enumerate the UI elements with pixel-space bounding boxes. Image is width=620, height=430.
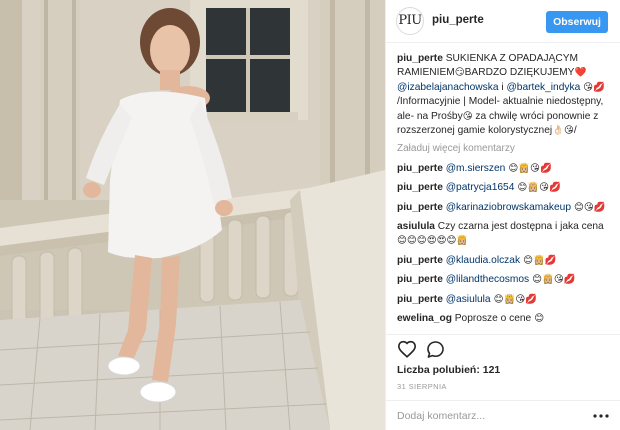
post-photo[interactable] — [0, 0, 385, 430]
likes-count[interactable]: Liczba polubień: 121 — [397, 364, 500, 376]
comment-username[interactable]: piu_perte — [397, 294, 443, 305]
comment-bubble-icon[interactable] — [426, 340, 445, 359]
caption-emoji: 😏 — [454, 67, 465, 79]
caption-text-part: / — [573, 125, 577, 137]
list-item: piu_perte @patrycja1654 😊👸🏼😘💋 — [397, 181, 612, 195]
comment-emoji: 😊👸🏼😘💋 — [505, 162, 552, 174]
post-caption: piu_perte SUKIENKA Z OPADAJĄCYM RAMIENIE… — [397, 52, 612, 138]
caption-emoji: ❤️ — [574, 67, 587, 79]
post-actions: Liczba polubień: 121 31 SIERPNIA Dodaj k… — [386, 334, 620, 430]
list-item: piu_perte @klaudia.olczak 😊👸🏼💋 — [397, 254, 612, 268]
comment-username[interactable]: piu_perte — [397, 255, 443, 266]
comment-mention[interactable]: @klaudia.olczak — [446, 255, 520, 266]
add-comment-bar: Dodaj komentarz... — [386, 400, 620, 430]
list-item: piu_perte @karinaziobrowskamakeup 😊😘💋 — [397, 201, 612, 215]
follow-button[interactable]: Obserwuj — [546, 11, 608, 33]
caption-emoji: 😘 — [462, 110, 473, 122]
caption-emoji: 👌🏻😘 — [552, 125, 574, 137]
list-item: piu_perte @m.sierszen 😊👸🏼😘💋 — [397, 162, 612, 176]
comment-bubble-icon-svg — [427, 341, 444, 358]
comment-emoji: 😊😘💋 — [571, 201, 606, 213]
load-more-comments-link[interactable]: Załaduj więcej komentarzy — [397, 142, 612, 156]
ellipsis-icon[interactable] — [592, 409, 610, 423]
avatar[interactable]: PIU — [396, 7, 424, 35]
post-header: PIU piu_perte Obserwuj — [386, 0, 620, 43]
post-photo-illustration — [0, 0, 385, 430]
caption-emoji: 😘💋 — [583, 81, 605, 93]
comment-username[interactable]: piu_perte — [397, 182, 443, 193]
comment-mention[interactable]: @lilandthecosmos — [446, 274, 529, 285]
username-link[interactable]: piu_perte — [432, 14, 484, 26]
heart-icon[interactable] — [397, 340, 417, 358]
comment-mention[interactable]: @patrycja1654 — [446, 182, 515, 193]
caption-text: SUKIENKA Z OPADAJĄCYM RAMIENIEM😏BARDZO D… — [397, 53, 605, 136]
list-item: piu_perte @asiulula 😊👸🏼😘💋 — [397, 293, 612, 307]
comment-username[interactable]: piu_perte — [397, 163, 443, 174]
comment-mention[interactable]: @m.sierszen — [446, 163, 506, 174]
caption-mention[interactable]: @izabelajanachowska — [397, 82, 499, 93]
comments-list[interactable]: piu_perte SUKIENKA Z OPADAJĄCYM RAMIENIE… — [397, 52, 612, 334]
comment-emoji: 😊👸🏼😘💋 — [490, 293, 538, 305]
caption-text-part: BARDZO DZIĘKUJEMY — [464, 67, 575, 79]
list-item: piu_perte @lilandthecosmos 😊👸🏼😘💋 — [397, 273, 612, 287]
add-comment-input[interactable]: Dodaj komentarz... — [397, 410, 537, 422]
avatar-logo-text: PIU — [398, 13, 422, 28]
comment-mention[interactable]: @karinaziobrowskamakeup — [446, 202, 571, 213]
caption-mention[interactable]: @bartek_indyka — [506, 82, 580, 93]
comment-emoji: 😊👸🏼😘💋 — [529, 274, 576, 286]
list-item: ewelina_og Poprosze o cene 😊 — [397, 312, 612, 326]
comment-username[interactable]: piu_perte — [397, 202, 443, 213]
caption-username[interactable]: piu_perte — [397, 53, 443, 64]
post-side-panel: PIU piu_perte Obserwuj piu_perte SUKIENK… — [385, 0, 620, 430]
comment-text: Czy czarna jest dostępna i jaka cena — [437, 221, 604, 233]
post-date: 31 SIERPNIA — [397, 382, 447, 391]
comment-emoji: 😊👸🏼💋 — [520, 254, 557, 266]
heart-icon-svg — [397, 340, 417, 358]
comment-username[interactable]: piu_perte — [397, 274, 443, 285]
comment-emoji: 😊 — [531, 313, 545, 325]
comment-emoji: 😊👸🏼😘💋 — [514, 182, 561, 194]
comment-emoji: 😊😊😊😍😍😊👸🏼 — [397, 235, 469, 247]
comment-mention[interactable]: @asiulula — [446, 294, 491, 305]
list-item: asiulula Czy czarna jest dostępna i jaka… — [397, 220, 612, 249]
comment-username[interactable]: asiulula — [397, 221, 435, 232]
comment-text: Poprosze o cene — [454, 313, 532, 325]
comment-username[interactable]: ewelina_og — [397, 313, 452, 324]
ellipsis-icon-svg — [593, 414, 609, 418]
